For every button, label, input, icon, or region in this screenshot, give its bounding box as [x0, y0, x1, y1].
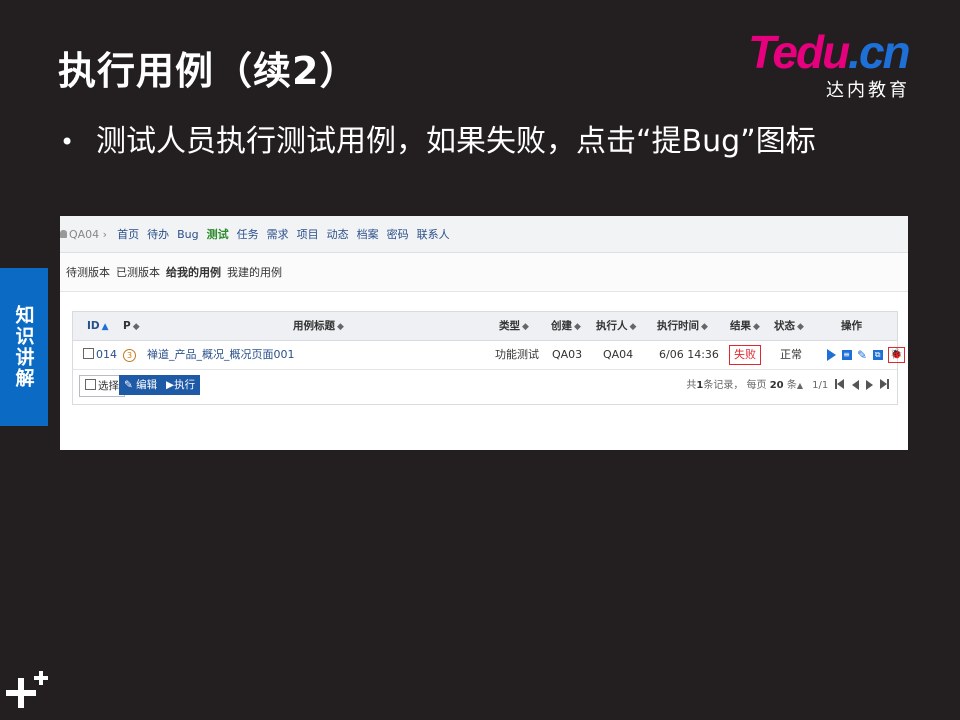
testcase-table: ID ▲ P ◆ 用例标题 ◆ 类型 ◆ 创建 ◆ 执行人 ◆ 执行时间 ◆ 结果 ◆ 状态 ◆ …: [72, 311, 905, 405]
logo-subtitle: 达内教育: [826, 80, 910, 101]
result-fail-badge: 失败: [729, 345, 761, 365]
nav-todo[interactable]: 待办: [147, 226, 169, 242]
col-pri[interactable]: P ◆: [123, 312, 140, 340]
sort-icon: ◆: [574, 322, 581, 332]
sort-icon: ◆: [753, 322, 760, 332]
tedu-logo: Tedu.cn 达内教育: [748, 26, 928, 101]
subnav-assigned-cases[interactable]: 给我的用例: [166, 264, 221, 280]
row-exec-time: 6/06 14:36: [659, 348, 719, 361]
nav-profile[interactable]: 档案: [357, 226, 379, 242]
row-title: 禅道_产品_概况_概况页面001: [147, 341, 295, 369]
caret-up-icon[interactable]: ▲: [797, 381, 803, 390]
nav-contacts[interactable]: 联系人: [417, 226, 450, 242]
row-status: 正常: [780, 348, 802, 361]
row-id: 014: [83, 341, 117, 369]
batch-edit-button[interactable]: ✎ 编辑: [119, 375, 163, 395]
case-title-link[interactable]: 禅道_产品_概况_概况页面001: [147, 348, 295, 361]
col-executor[interactable]: 执行人 ◆: [596, 312, 636, 340]
nav-test[interactable]: 测试: [207, 226, 229, 242]
col-result[interactable]: 结果 ◆: [730, 312, 760, 340]
bullet-point: • 测试人员执行测试用例，如果失败，点击“提Bug”图标: [60, 120, 880, 164]
copy-icon[interactable]: ⧉: [872, 350, 883, 360]
col-status[interactable]: 状态 ◆: [774, 312, 804, 340]
subnav-my-cases[interactable]: 我建的用例: [227, 264, 282, 280]
sort-icon: ◆: [522, 322, 529, 332]
plus-decoration-icon: [6, 671, 48, 708]
subnav-pending-builds[interactable]: 待测版本: [66, 264, 110, 280]
nav-project[interactable]: 项目: [297, 226, 319, 242]
next-page-icon[interactable]: [865, 380, 873, 390]
batch-execute-button[interactable]: ▶执行: [161, 375, 201, 395]
row-result: 失败: [729, 341, 761, 369]
sort-icon: ◆: [629, 322, 637, 332]
pager: 共1条记录， 每页 20 条▲ 1/1: [686, 375, 889, 395]
nav-home[interactable]: 首页: [117, 226, 139, 242]
sort-asc-icon: ▲: [101, 322, 109, 332]
bullet-text: 测试人员执行测试用例，如果失败，点击“提Bug”图标: [96, 124, 816, 159]
nav-bug[interactable]: Bug: [177, 228, 199, 241]
col-exec-time[interactable]: 执行时间 ◆: [657, 312, 708, 340]
col-title[interactable]: 用例标题 ◆: [293, 312, 344, 340]
col-id[interactable]: ID ▲: [87, 312, 109, 340]
top-navbar: QA04 › 首页 待办 Bug 测试 任务 需求 项目 动态 档案 密码 联系…: [60, 216, 908, 253]
row-actions: ≡ ✎ ⧉ 🐞: [827, 341, 905, 369]
sort-icon: ◆: [132, 322, 140, 332]
play-icon: ▶: [166, 379, 175, 391]
row-type: 功能测试: [495, 348, 539, 361]
side-tab: 知识讲解: [0, 268, 48, 426]
row-pri: 3: [123, 341, 136, 369]
user-menu[interactable]: QA04 ›: [60, 228, 107, 241]
edit-icon[interactable]: ✎: [857, 341, 867, 369]
sort-icon: ◆: [701, 322, 708, 332]
sort-icon: ◆: [797, 322, 804, 332]
row-creator: QA03: [552, 348, 583, 361]
row-checkbox[interactable]: [83, 348, 94, 359]
select-checkbox: [85, 379, 96, 390]
side-tab-label: 知识讲解: [12, 305, 35, 389]
prev-page-icon[interactable]: [851, 380, 859, 390]
bullet-dot-icon: •: [60, 128, 75, 156]
priority-badge: 3: [123, 348, 136, 362]
chevron-right-icon: ›: [99, 227, 108, 241]
sort-icon: ◆: [337, 322, 344, 332]
logo-wordmark: Tedu.cn: [748, 26, 911, 78]
sub-navbar: 待测版本 已测版本 给我的用例 我建的用例: [60, 253, 908, 292]
col-type[interactable]: 类型 ◆: [499, 312, 529, 340]
last-page-icon[interactable]: [880, 375, 889, 395]
col-creator[interactable]: 创建 ◆: [551, 312, 581, 340]
table-footer: 选择 ✎ 编辑 ▶执行 共1条记录， 每页 20 条▲ 1/1: [73, 370, 897, 403]
first-page-icon[interactable]: [835, 375, 845, 395]
user-icon: [60, 230, 67, 238]
create-bug-icon[interactable]: 🐞: [888, 347, 905, 363]
col-actions: 操作: [841, 320, 862, 332]
edit-icon: ✎: [124, 379, 137, 391]
nav-dynamic[interactable]: 动态: [327, 226, 349, 242]
slide-title: 执行用例（续2）: [58, 49, 359, 93]
row-executor: QA04: [603, 348, 634, 361]
table-row: 014 3 禅道_产品_概况_概况页面001 功能测试 QA03 QA04 6/…: [73, 341, 905, 370]
zentao-screenshot: QA04 › 首页 待办 Bug 测试 任务 需求 项目 动态 档案 密码 联系…: [60, 216, 908, 450]
nav-password[interactable]: 密码: [387, 226, 409, 242]
page-indicator: 1/1: [812, 380, 829, 391]
per-page-select[interactable]: 20: [770, 380, 784, 391]
nav-task[interactable]: 任务: [237, 226, 259, 242]
run-icon[interactable]: [827, 349, 836, 361]
nav-story[interactable]: 需求: [267, 226, 289, 242]
results-icon[interactable]: ≡: [841, 350, 852, 360]
subnav-tested-builds[interactable]: 已测版本: [116, 264, 160, 280]
table-header: ID ▲ P ◆ 用例标题 ◆ 类型 ◆ 创建 ◆ 执行人 ◆ 执行时间 ◆ 结果 ◆ 状态 ◆ …: [73, 312, 897, 341]
